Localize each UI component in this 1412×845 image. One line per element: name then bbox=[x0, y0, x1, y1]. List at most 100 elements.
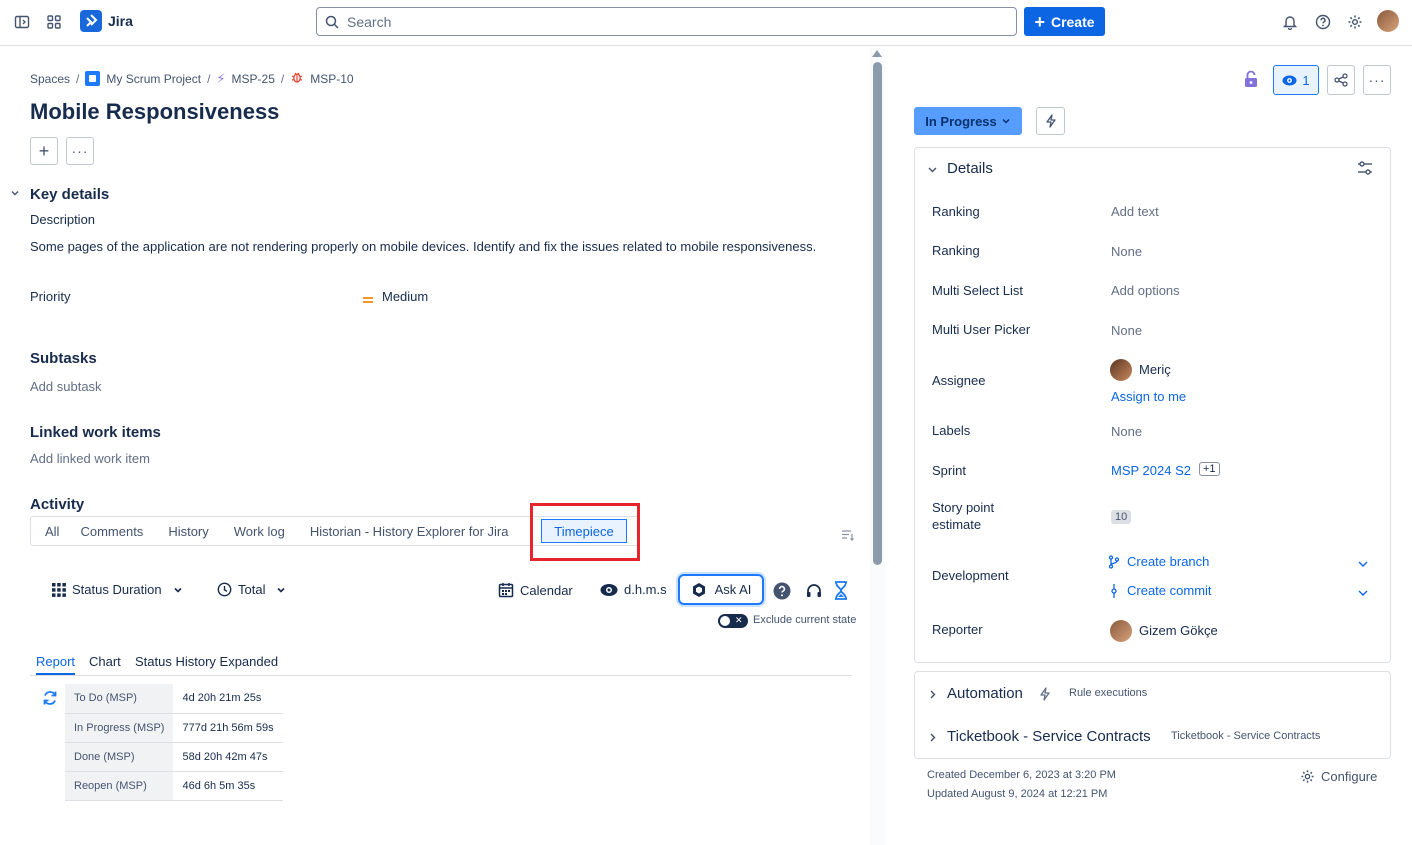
unlock-icon[interactable] bbox=[1243, 70, 1259, 91]
assignee-avatar bbox=[1110, 359, 1132, 381]
more-actions-button[interactable]: ··· bbox=[66, 137, 94, 165]
description-text[interactable]: Some pages of the application are not re… bbox=[30, 239, 816, 254]
sidebar-toggle-icon[interactable] bbox=[12, 12, 32, 32]
add-linked-work-item-link[interactable]: Add linked work item bbox=[30, 451, 150, 466]
project-icon bbox=[85, 71, 101, 86]
subtab-status-history-expanded[interactable]: Status History Expanded bbox=[135, 654, 278, 669]
calendar-button[interactable]: Calendar bbox=[498, 582, 573, 598]
settings-gear-icon[interactable] bbox=[1345, 12, 1365, 32]
app-switcher-icon[interactable] bbox=[44, 12, 64, 32]
chevron-down-icon[interactable] bbox=[927, 163, 938, 178]
tab-historian[interactable]: Historian - History Explorer for Jira bbox=[296, 524, 520, 539]
total-dropdown[interactable]: Total bbox=[217, 582, 287, 597]
ticketbook-heading[interactable]: Ticketbook - Service Contracts bbox=[947, 728, 1151, 745]
labels-value[interactable]: None bbox=[1111, 424, 1142, 439]
grid-icon bbox=[52, 582, 66, 597]
chevron-down-icon[interactable] bbox=[1357, 586, 1369, 601]
ranking-value[interactable]: None bbox=[1111, 244, 1142, 259]
add-button[interactable]: + bbox=[30, 137, 58, 165]
help-circle-icon[interactable] bbox=[773, 582, 791, 603]
tab-all[interactable]: All bbox=[31, 524, 70, 539]
rule-executions-label[interactable]: Rule executions bbox=[1069, 687, 1147, 699]
automation-heading[interactable]: Automation bbox=[947, 685, 1023, 702]
watch-count: 1 bbox=[1302, 72, 1310, 88]
details-heading[interactable]: Details bbox=[947, 160, 993, 177]
configure-fields-icon[interactable] bbox=[1357, 160, 1373, 179]
scroll-up-arrow-icon[interactable] bbox=[872, 50, 882, 57]
profile-avatar[interactable] bbox=[1377, 10, 1399, 32]
subtab-chart[interactable]: Chart bbox=[89, 654, 121, 669]
lightning-icon bbox=[1039, 687, 1051, 704]
updated-timestamp: Updated August 9, 2024 at 12:21 PM bbox=[927, 788, 1108, 800]
ask-ai-button[interactable]: Ask AI bbox=[678, 574, 764, 605]
settings-gear-icon bbox=[1301, 770, 1314, 783]
subtab-report[interactable]: Report bbox=[36, 654, 76, 675]
priority-value[interactable]: Medium bbox=[382, 289, 428, 304]
notifications-bell-icon[interactable] bbox=[1280, 12, 1300, 32]
automation-button[interactable] bbox=[1036, 107, 1065, 135]
subtasks-heading: Subtasks bbox=[30, 350, 97, 367]
sprint-more-badge[interactable]: +1 bbox=[1199, 462, 1220, 476]
chevron-down-icon bbox=[277, 587, 286, 593]
chevron-down-icon bbox=[1002, 118, 1010, 124]
reporter-value[interactable]: Gizem Gökçe bbox=[1139, 623, 1218, 638]
status-dropdown[interactable]: In Progress bbox=[914, 107, 1022, 135]
chevron-down-icon[interactable] bbox=[10, 188, 20, 201]
jira-logo-icon[interactable] bbox=[80, 10, 102, 32]
chevron-right-icon[interactable] bbox=[928, 688, 938, 703]
create-commit-link[interactable]: Create commit bbox=[1127, 583, 1212, 598]
issue-title[interactable]: Mobile Responsiveness bbox=[30, 99, 279, 125]
sprint-value[interactable]: MSP 2024 S2 bbox=[1111, 463, 1191, 478]
headset-support-icon[interactable] bbox=[805, 582, 823, 603]
multi-user-picker-value[interactable]: None bbox=[1111, 323, 1142, 338]
key-details-heading[interactable]: Key details bbox=[30, 186, 109, 203]
search-placeholder: Search bbox=[347, 13, 392, 30]
story-point-label: Story point bbox=[932, 500, 995, 515]
refresh-icon[interactable] bbox=[41, 689, 59, 710]
configure-button[interactable]: Configure bbox=[1300, 769, 1377, 784]
chevron-right-icon[interactable] bbox=[928, 731, 938, 746]
exclude-current-state-toggle[interactable] bbox=[718, 614, 748, 628]
story-point-value[interactable]: 10 bbox=[1111, 510, 1132, 524]
timepiece-hourglass-icon[interactable] bbox=[833, 581, 849, 603]
ranking-value[interactable]: Add text bbox=[1111, 204, 1159, 219]
add-subtask-link[interactable]: Add subtask bbox=[30, 379, 102, 394]
table-row: In Progress (MSP) 777d 21h 56m 59s bbox=[65, 713, 283, 743]
tab-work-log[interactable]: Work log bbox=[220, 524, 296, 539]
breadcrumb-epic[interactable]: MSP-25 bbox=[232, 72, 275, 86]
breadcrumb-issue[interactable]: MSP-10 bbox=[310, 72, 353, 86]
share-button[interactable] bbox=[1327, 65, 1355, 95]
assign-to-me-link[interactable]: Assign to me bbox=[1111, 389, 1186, 404]
time-format-button[interactable]: d.h.m.s bbox=[600, 582, 667, 597]
table-row: To Do (MSP) 4d 20h 21m 25s bbox=[65, 684, 283, 714]
help-icon[interactable] bbox=[1313, 12, 1333, 32]
breadcrumb-separator: / bbox=[280, 71, 285, 86]
sort-icon[interactable] bbox=[841, 529, 855, 544]
total-label: Total bbox=[238, 582, 266, 597]
assignee-value[interactable]: Meriç bbox=[1139, 362, 1171, 377]
app-name[interactable]: Jira bbox=[108, 13, 133, 29]
exclude-current-state-label: Exclude current state bbox=[753, 614, 857, 626]
breadcrumb-spaces[interactable]: Spaces bbox=[30, 72, 70, 86]
chevron-down-icon[interactable] bbox=[1357, 557, 1369, 572]
more-actions-button[interactable]: ··· bbox=[1363, 65, 1391, 95]
status-cell: Done (MSP) bbox=[65, 742, 174, 772]
create-button[interactable]: + Create bbox=[1024, 7, 1105, 36]
create-branch-link[interactable]: Create branch bbox=[1127, 554, 1209, 569]
toggle-x-icon: ✕ bbox=[735, 615, 743, 625]
watch-button[interactable]: 1 bbox=[1273, 65, 1319, 95]
report-subtabs: Report Chart Status History Expanded bbox=[30, 652, 852, 676]
multi-select-list-value[interactable]: Add options bbox=[1111, 283, 1180, 298]
breadcrumb-separator: / bbox=[76, 71, 80, 86]
search-input[interactable]: Search bbox=[316, 7, 1017, 36]
status-duration-dropdown[interactable]: Status Duration bbox=[52, 582, 184, 597]
plus-icon: + bbox=[38, 140, 50, 161]
tab-comments[interactable]: Comments bbox=[70, 524, 154, 539]
status-cell: To Do (MSP) bbox=[65, 684, 174, 714]
scrollbar-thumb[interactable] bbox=[873, 62, 882, 565]
created-timestamp: Created December 6, 2023 at 3:20 PM bbox=[927, 769, 1116, 781]
breadcrumb-project[interactable]: My Scrum Project bbox=[106, 72, 201, 86]
linked-work-items-heading: Linked work items bbox=[30, 424, 161, 441]
multi-user-picker-label: Multi User Picker bbox=[932, 322, 1031, 337]
tab-history[interactable]: History bbox=[154, 524, 219, 539]
